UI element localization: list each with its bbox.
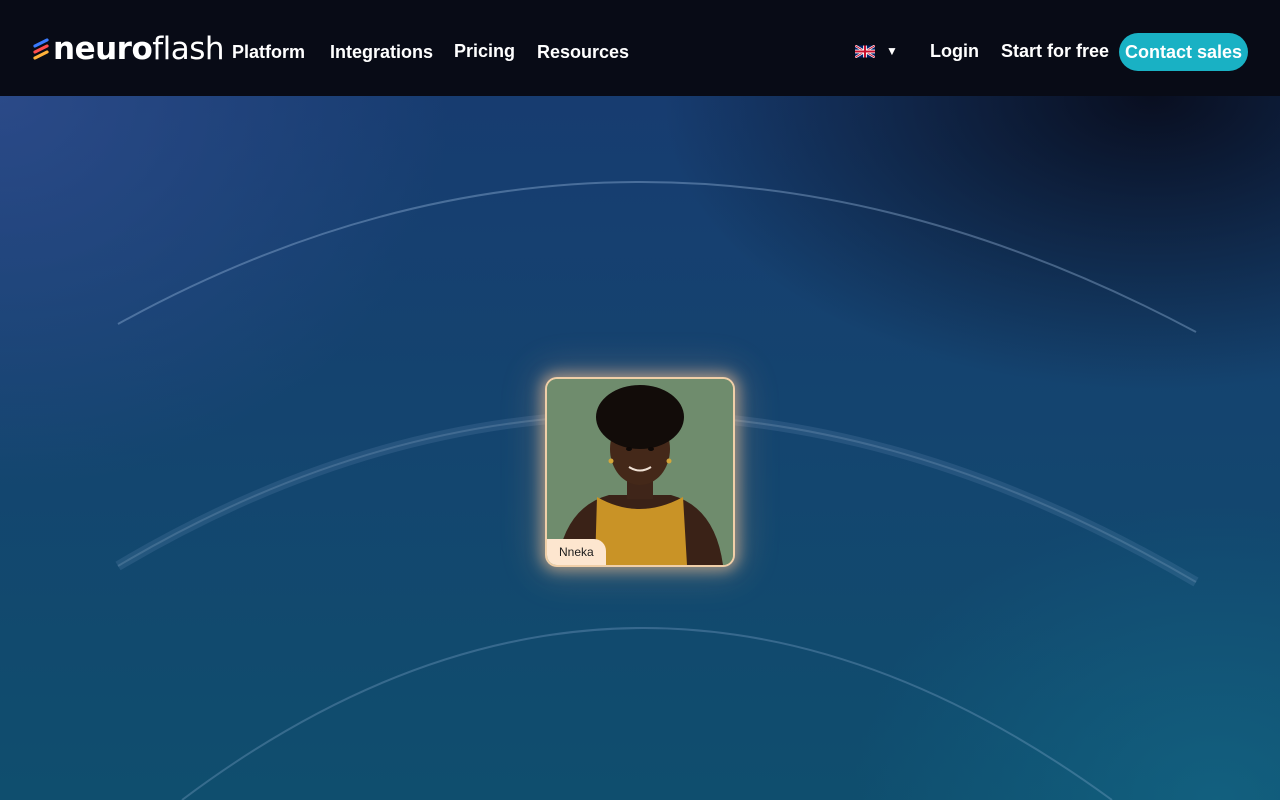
neuroflash-logo-icon: [33, 38, 49, 60]
login-link[interactable]: Login: [930, 39, 979, 63]
nav-integrations[interactable]: Integrations: [330, 40, 433, 64]
logo-word-bold: neuro: [53, 30, 153, 67]
hero-section: Nneka: [0, 96, 1280, 800]
logo-wordmark: neuroflash: [53, 30, 225, 67]
persona-name-label: Nneka: [547, 539, 606, 565]
neuroflash-logo[interactable]: neuroflash: [32, 30, 225, 67]
top-navbar: neuroflash Platform Integrations Pricing…: [0, 0, 1280, 96]
nav-pricing[interactable]: Pricing: [454, 39, 515, 63]
uk-flag-icon: [855, 44, 875, 58]
nav-resources[interactable]: Resources: [537, 40, 629, 64]
logo-word-light: flash: [152, 30, 225, 67]
page: neuroflash Platform Integrations Pricing…: [0, 0, 1280, 800]
contact-sales-button[interactable]: Contact sales: [1119, 33, 1248, 71]
chevron-down-icon: ▼: [886, 44, 898, 58]
nav-platform[interactable]: Platform: [232, 40, 305, 64]
start-for-free-link[interactable]: Start for free: [1001, 39, 1109, 63]
persona-portrait: [547, 379, 733, 565]
persona-card[interactable]: Nneka: [545, 377, 735, 567]
language-selector[interactable]: ▼: [855, 42, 898, 60]
